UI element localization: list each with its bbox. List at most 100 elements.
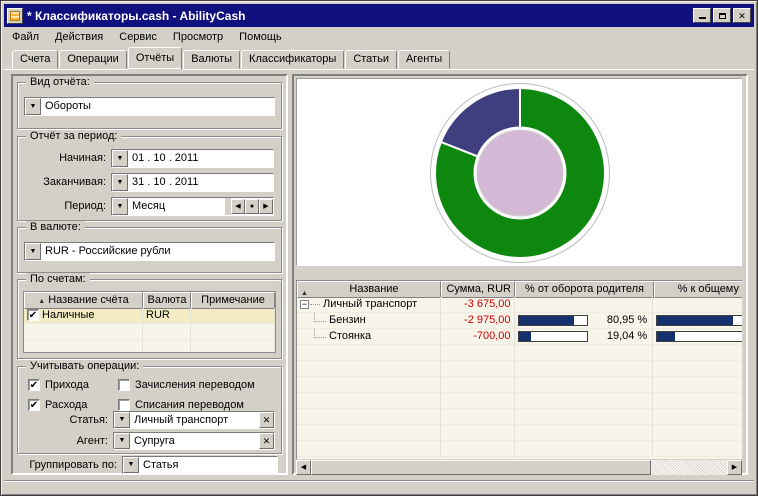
- period-current-icon[interactable]: ●: [245, 199, 259, 214]
- empty-cell: [441, 345, 515, 361]
- empty-cell: [441, 361, 515, 377]
- start-date-combo[interactable]: ▼ 01 . 10 . 2011: [111, 149, 274, 168]
- account-name-cell[interactable]: ✔ Наличные: [24, 308, 143, 324]
- dropdown-arrow-icon[interactable]: ▼: [112, 198, 128, 215]
- accounts-table-header: ▲Название счётаВалютаПримечание: [24, 292, 275, 308]
- article-combo[interactable]: ▼ Личный транспорт ✕: [113, 411, 275, 429]
- results-row[interactable]: −Личный транспорт-3 675,00: [297, 297, 742, 313]
- results-empty-row: [297, 345, 742, 361]
- results-col-header[interactable]: ▲Название: [297, 281, 441, 298]
- dropdown-arrow-icon[interactable]: ▼: [114, 433, 130, 449]
- tab-Операции[interactable]: Операции: [59, 50, 126, 69]
- results-col-header[interactable]: Сумма, RUR: [441, 281, 515, 298]
- result-name: Личный транспорт: [323, 297, 417, 312]
- checkbox-Прихода[interactable]: ✔Прихода: [28, 379, 89, 391]
- tab-Статьи[interactable]: Статьи: [345, 50, 397, 69]
- result-name-cell[interactable]: − Личный транспорт: [297, 297, 441, 313]
- menu-item-Помощь[interactable]: Помощь: [231, 29, 290, 45]
- scrollbar-thumb[interactable]: [311, 460, 651, 475]
- close-button[interactable]: ✕: [733, 8, 751, 23]
- results-col-header[interactable]: % от оборота родителя: [515, 281, 654, 298]
- report-type-value[interactable]: Обороты: [41, 98, 274, 115]
- period-value[interactable]: Месяц: [128, 198, 225, 215]
- period-combo[interactable]: ▼ Месяц ◀ ● ▶: [111, 197, 274, 216]
- results-empty-row: [297, 393, 742, 409]
- result-name: Стоянка: [329, 329, 371, 344]
- empty-cell: [24, 340, 143, 353]
- result-name-cell[interactable]: Бензин: [297, 313, 441, 329]
- tab-Валюты[interactable]: Валюты: [183, 50, 240, 69]
- checkbox-icon[interactable]: ✔: [28, 399, 40, 411]
- results-row[interactable]: Бензин-2 975,0080,95 %: [297, 313, 742, 329]
- account-row[interactable]: ✔ НаличныеRUR: [24, 308, 275, 324]
- dropdown-arrow-icon[interactable]: ▼: [25, 243, 41, 260]
- scroll-right-icon[interactable]: ▶: [727, 460, 742, 475]
- parent-pct-bar: [518, 331, 588, 342]
- total-pct-cell: [653, 297, 742, 313]
- article-value[interactable]: Личный транспорт: [130, 412, 259, 428]
- title-bar[interactable]: * Классификаторы.cash - AbilityCash ✕: [4, 4, 754, 27]
- report-type-combo[interactable]: ▼ Обороты: [24, 97, 275, 116]
- dropdown-arrow-icon[interactable]: ▼: [112, 174, 128, 191]
- parent-pct-cell: 19,04 %: [515, 329, 654, 345]
- empty-cell: [515, 345, 654, 361]
- parent-pct-bar: [518, 315, 588, 326]
- empty-cell: [441, 393, 515, 409]
- results-empty-row: [297, 409, 742, 425]
- tab-Классификаторы[interactable]: Классификаторы: [241, 50, 344, 69]
- dropdown-arrow-icon[interactable]: ▼: [25, 98, 41, 115]
- tab-Счета[interactable]: Счета: [12, 50, 58, 69]
- group-by-value[interactable]: Статья: [139, 457, 277, 473]
- tab-Отчёты[interactable]: Отчёты: [128, 47, 182, 70]
- menu-item-Файл[interactable]: Файл: [4, 29, 47, 45]
- period-next-icon[interactable]: ▶: [259, 199, 273, 214]
- total-pct-bar-fill: [657, 332, 675, 341]
- checkbox-icon[interactable]: ✔: [28, 379, 40, 391]
- dropdown-arrow-icon[interactable]: ▼: [123, 457, 139, 473]
- scrollbar-track[interactable]: [651, 460, 727, 475]
- accounts-col-header[interactable]: Примечание: [191, 292, 275, 309]
- empty-cell: [297, 393, 441, 409]
- start-date-value[interactable]: 01 . 10 . 2011: [128, 150, 273, 167]
- scroll-left-icon[interactable]: ◀: [296, 460, 311, 475]
- end-date-combo[interactable]: ▼ 31 . 10 . 2011: [111, 173, 274, 192]
- maximize-button[interactable]: [713, 8, 731, 23]
- window-title: * Классификаторы.cash - AbilityCash: [27, 9, 693, 23]
- agent-combo[interactable]: ▼ Супруга ✕: [113, 432, 275, 450]
- tab-Агенты[interactable]: Агенты: [398, 50, 450, 69]
- checkbox-icon[interactable]: ✔: [27, 309, 39, 321]
- operations-group: Учитывать операции: ✔ПриходаЗачисления п…: [17, 366, 282, 454]
- checkbox-Расхода[interactable]: ✔Расхода: [28, 399, 87, 411]
- parent-pct-bar-fill: [519, 316, 574, 325]
- empty-cell: [441, 441, 515, 457]
- end-date-value[interactable]: 31 . 10 . 2011: [128, 174, 273, 191]
- result-name-cell[interactable]: Стоянка: [297, 329, 441, 345]
- minimize-button[interactable]: [693, 8, 711, 23]
- checkbox-Зачисления переводом[interactable]: Зачисления переводом: [118, 379, 255, 391]
- currency-combo[interactable]: ▼ RUR - Российские рубли: [24, 242, 275, 261]
- dropdown-arrow-icon[interactable]: ▼: [114, 412, 130, 428]
- accounts-col-header[interactable]: Валюта: [143, 292, 191, 309]
- checkbox-icon[interactable]: [118, 399, 130, 411]
- dropdown-arrow-icon[interactable]: ▼: [112, 150, 128, 167]
- accounts-group: По счетам: ▲Название счётаВалютаПримечан…: [17, 279, 282, 359]
- collapse-icon[interactable]: −: [300, 300, 309, 309]
- currency-value[interactable]: RUR - Российские рубли: [41, 243, 274, 260]
- results-row[interactable]: Стоянка-700,0019,04 %: [297, 329, 742, 345]
- horizontal-scrollbar[interactable]: ◀ ▶: [296, 460, 742, 475]
- article-clear-icon[interactable]: ✕: [259, 412, 274, 428]
- menu-item-Действия[interactable]: Действия: [47, 29, 111, 45]
- menu-item-Просмотр[interactable]: Просмотр: [165, 29, 231, 45]
- menu-item-Сервис[interactable]: Сервис: [111, 29, 165, 45]
- group-by-combo[interactable]: ▼ Статья: [122, 456, 278, 474]
- results-col-header[interactable]: % к общему: [654, 281, 742, 298]
- app-icon[interactable]: [7, 8, 23, 24]
- accounts-col-header[interactable]: ▲Название счёта: [24, 292, 143, 309]
- agent-value[interactable]: Супруга: [130, 433, 259, 449]
- results-table[interactable]: ▲НазваниеСумма, RUR% от оборота родителя…: [296, 280, 742, 459]
- period-prev-icon[interactable]: ◀: [231, 199, 245, 214]
- checkbox-Списания переводом[interactable]: Списания переводом: [118, 399, 244, 411]
- accounts-table[interactable]: ▲Название счётаВалютаПримечание✔ Наличны…: [23, 291, 276, 353]
- checkbox-icon[interactable]: [118, 379, 130, 391]
- agent-clear-icon[interactable]: ✕: [259, 433, 274, 449]
